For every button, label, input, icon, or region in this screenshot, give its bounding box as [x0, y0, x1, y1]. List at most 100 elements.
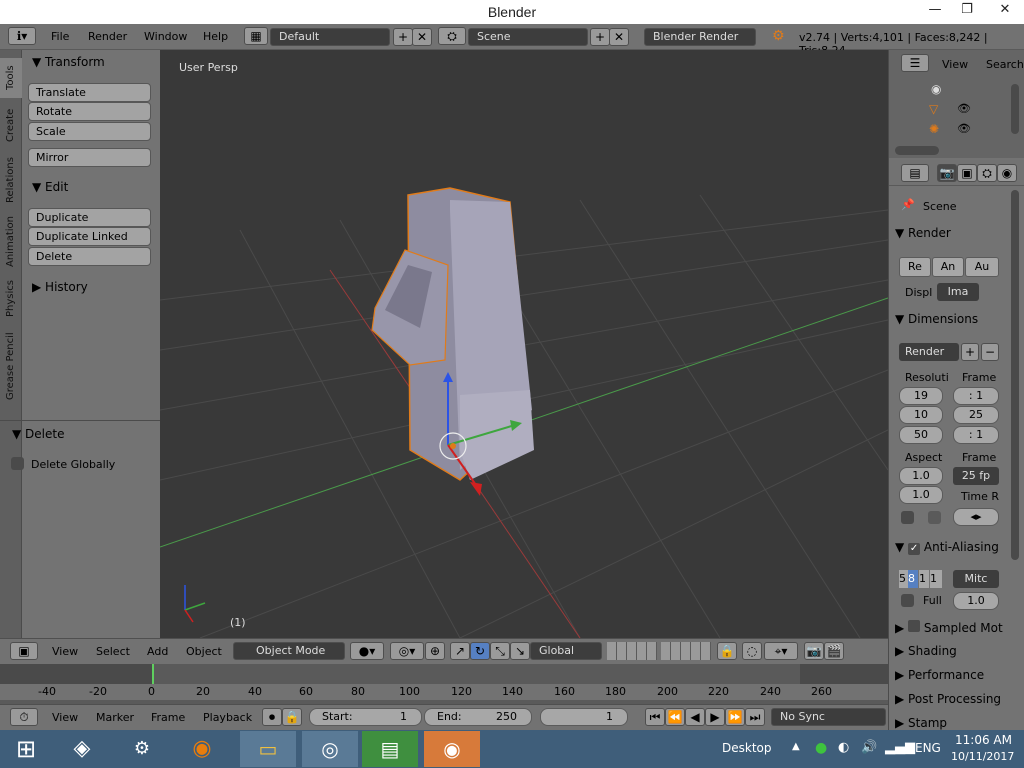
aspect-x-field[interactable]: 1.0 — [899, 467, 943, 485]
transform-orientation-select[interactable]: Global — [530, 642, 602, 660]
render-audio-button[interactable]: Au — [965, 257, 999, 277]
render-animation-button[interactable]: An — [932, 257, 964, 277]
volume-icon[interactable]: 🔊 — [861, 740, 877, 755]
timeline-menu-view[interactable]: View — [52, 711, 78, 724]
current-frame-field[interactable]: 1 — [540, 708, 628, 726]
render-panel-header[interactable]: ▼ Render — [895, 226, 1003, 240]
render-image-button[interactable]: Re — [899, 257, 931, 277]
duplicate-button[interactable]: Duplicate — [28, 208, 151, 227]
pin-icon[interactable]: 📌 — [901, 198, 915, 211]
proportional-edit-icon[interactable]: ◌ — [742, 642, 762, 660]
rotate-button[interactable]: Rotate — [28, 102, 151, 121]
unity-icon[interactable]: ◈ — [60, 731, 104, 767]
aa-filter-size-field[interactable]: 1.0 — [953, 592, 999, 610]
blender-active-icon[interactable]: ◉ — [424, 731, 480, 767]
visibility-eye-icon[interactable]: 👁 — [957, 102, 971, 115]
add-preset-icon[interactable]: + — [961, 343, 979, 361]
timeline[interactable]: -40 -20 0 20 40 60 80 100 120 140 160 18… — [0, 664, 888, 704]
manipulator-icon[interactable]: ⊕ — [425, 642, 445, 660]
scene-tab-icon[interactable]: ⛭ — [977, 164, 997, 182]
outliner-search-menu[interactable]: Search — [986, 58, 1024, 71]
dimensions-panel-header[interactable]: ▼ Dimensions — [895, 312, 1013, 326]
file-explorer-icon[interactable]: ▭ — [240, 731, 296, 767]
pivot-point-icon[interactable]: ◎▾ — [390, 642, 424, 660]
close-button[interactable]: ✕ — [986, 0, 1024, 22]
clock-date[interactable]: 10/11/2017 — [951, 750, 1014, 763]
tray-chevron-icon[interactable]: ▲ — [792, 741, 800, 752]
render-animation-icon[interactable]: 🎬 — [824, 642, 844, 660]
clock-time[interactable]: 11:06 AM — [955, 733, 1012, 747]
scale-manipulator-icon[interactable]: ⤡ — [490, 642, 510, 660]
delete-button[interactable]: Delete — [28, 247, 151, 266]
jump-keyframe-back-icon[interactable]: ⏪ — [665, 708, 685, 726]
duplicate-linked-button[interactable]: Duplicate Linked — [28, 227, 151, 246]
outliner-hscrollbar[interactable] — [895, 146, 939, 155]
sampled-motion-panel-header[interactable]: ▶ Sampled Mot — [895, 620, 1019, 635]
render-preset-select[interactable]: Render — [899, 343, 959, 361]
remove-preset-icon[interactable]: − — [981, 343, 999, 361]
scene-field[interactable]: Scene — [468, 28, 588, 46]
frame-start-field[interactable]: : 1 — [953, 387, 999, 405]
menu-help[interactable]: Help — [203, 30, 228, 43]
app-32-icon[interactable]: ⚙ — [120, 731, 164, 767]
jump-keyframe-forward-icon[interactable]: ⏩ — [725, 708, 745, 726]
scale-button[interactable]: Scale — [28, 122, 151, 141]
outliner-vscrollbar[interactable] — [1011, 84, 1019, 134]
timeline-menu-playback[interactable]: Playback — [203, 711, 252, 724]
frame-step-field[interactable]: : 1 — [953, 426, 999, 444]
post-processing-panel-header[interactable]: ▶ Post Processing — [895, 692, 1019, 706]
visibility-eye-icon-2[interactable]: 👁 — [957, 122, 971, 135]
tray-app-icon[interactable]: ◐ — [838, 740, 849, 755]
anti-aliasing-panel-header[interactable]: ▼ ✓ Anti-Aliasing — [895, 540, 1019, 555]
transform-panel-header[interactable]: ▼ Transform — [24, 52, 154, 72]
resolution-x-field[interactable]: 19 — [899, 387, 943, 405]
properties-editor-icon[interactable]: ▤ — [901, 164, 929, 182]
network-icon[interactable]: ▂▄▆ — [885, 740, 915, 755]
timeline-menu-frame[interactable]: Frame — [151, 711, 185, 724]
desktop-toolbar-label[interactable]: Desktop — [722, 741, 772, 755]
tab-physics[interactable]: Physics — [0, 276, 22, 322]
render-tab-icon[interactable]: 📷 — [937, 164, 957, 182]
menu-view[interactable]: View — [52, 645, 78, 658]
layer-buttons-b[interactable] — [661, 642, 711, 660]
tab-tools[interactable]: Tools — [0, 58, 22, 98]
display-select[interactable]: Ima — [937, 283, 979, 301]
resolution-y-field[interactable]: 10 — [899, 406, 943, 424]
playhead[interactable] — [152, 664, 154, 684]
record-icon[interactable]: ⏺ — [262, 708, 282, 726]
tab-create[interactable]: Create — [0, 102, 22, 148]
3d-viewport[interactable]: User Persp (1) — [160, 50, 888, 638]
play-icon[interactable]: ▶ — [705, 708, 725, 726]
tab-relations[interactable]: Relations — [0, 152, 22, 208]
frame-end-field[interactable]: 25 — [953, 406, 999, 424]
shading-panel-header[interactable]: ▶ Shading — [895, 644, 1019, 658]
aspect-y-field[interactable]: 1.0 — [899, 486, 943, 504]
operator-panel-header[interactable]: ▼ Delete — [4, 424, 134, 444]
minimize-button[interactable]: — — [918, 0, 952, 22]
menu-file[interactable]: File — [51, 30, 69, 43]
delete-globally-checkbox[interactable] — [11, 457, 24, 470]
menu-render[interactable]: Render — [88, 30, 127, 43]
tray-status-icon[interactable]: ● — [815, 740, 827, 756]
performance-panel-header[interactable]: ▶ Performance — [895, 668, 1019, 682]
world-tab-icon[interactable]: ◉ — [997, 164, 1017, 182]
stamp-panel-header[interactable]: ▶ Stamp — [895, 716, 1019, 730]
anti-aliasing-checkbox[interactable]: ✓ — [908, 543, 921, 555]
crop-checkbox[interactable] — [928, 511, 941, 524]
manipulator-mode-icon[interactable]: ↘ — [510, 642, 530, 660]
translate-button[interactable]: Translate — [28, 83, 151, 102]
history-panel-header[interactable]: ▶ History — [24, 277, 154, 297]
translate-manipulator-icon[interactable]: ↗ — [450, 642, 470, 660]
aa-samples-5[interactable]: 5 — [899, 570, 908, 588]
mode-select[interactable]: Object Mode — [233, 642, 345, 660]
add-layout-icon[interactable]: + — [393, 28, 413, 46]
render-preview-icon[interactable]: 📷 — [804, 642, 824, 660]
aa-filter-select[interactable]: Mitc — [953, 570, 999, 588]
remove-scene-icon[interactable]: ✕ — [609, 28, 629, 46]
lock-icon[interactable]: 🔒 — [282, 708, 302, 726]
layer-buttons-a[interactable] — [607, 642, 657, 660]
jump-end-icon[interactable]: ⏭ — [745, 708, 765, 726]
properties-scrollbar[interactable] — [1011, 190, 1019, 560]
aa-samples-11[interactable]: 1 — [919, 570, 929, 588]
3d-editor-type-icon[interactable]: ▣ — [10, 642, 38, 660]
